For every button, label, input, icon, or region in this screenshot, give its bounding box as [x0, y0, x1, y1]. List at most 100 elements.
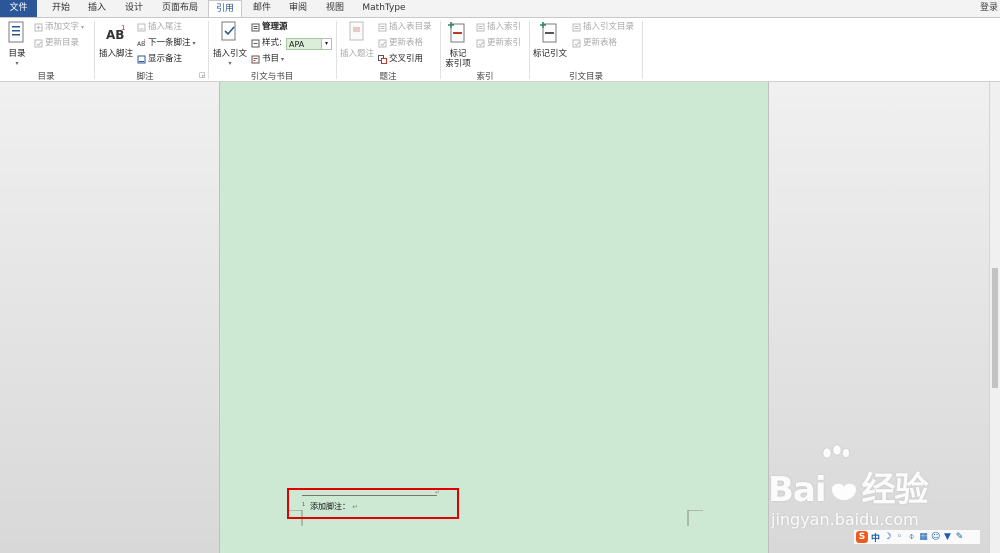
tab-view[interactable]: 视图 — [320, 0, 350, 17]
show-notes-icon — [137, 55, 146, 64]
update-toa-button[interactable]: 更新表格 — [572, 38, 617, 49]
style-label: 样式: — [262, 38, 282, 48]
group-separator — [529, 21, 530, 79]
next-footnote-icon: AB1 — [137, 39, 146, 48]
group-label-toc: 目录 — [37, 72, 55, 82]
wrench-icon[interactable]: ✎ — [955, 532, 964, 542]
insert-table-of-figures-button[interactable]: 插入表目录 — [378, 22, 432, 33]
update-toc-button[interactable]: 更新目录 — [34, 38, 79, 49]
shirt-icon[interactable]: ▼ — [943, 532, 952, 542]
tab-review[interactable]: 审阅 — [283, 0, 313, 17]
insert-toa-label: 插入引文目录 — [583, 22, 635, 32]
add-text-label: 添加文字 — [45, 22, 80, 32]
add-text-button[interactable]: 添加文字 ▾ — [34, 22, 84, 33]
manage-sources-icon — [251, 23, 260, 32]
tab-insert[interactable]: 插入 — [82, 0, 112, 17]
manage-sources-button[interactable]: 管理源 — [251, 22, 288, 33]
citation-style-value: APA — [289, 40, 305, 49]
document-page[interactable]: ↵ 1 添加脚注： ↵ — [219, 82, 769, 553]
insert-citation-button[interactable]: 插入引文 ▾ — [211, 21, 249, 69]
svg-text:1: 1 — [143, 39, 146, 43]
update-toa-label: 更新表格 — [583, 38, 618, 48]
scrollbar-thumb[interactable] — [992, 268, 998, 388]
group-separator — [208, 21, 209, 79]
chevron-down-icon[interactable]: ▾ — [321, 39, 331, 49]
update-table-label: 更新表格 — [389, 38, 424, 48]
tab-design[interactable]: 设计 — [118, 0, 150, 17]
next-footnote-button[interactable]: AB 1 下一条脚注 ▾ — [137, 38, 196, 49]
insert-toa-button[interactable]: 插入引文目录 — [572, 22, 634, 33]
insert-endnote-button[interactable]: 插入尾注 — [137, 22, 182, 33]
update-icon — [476, 39, 485, 48]
group-label-citations: 引文与书目 — [250, 72, 294, 82]
vertical-scrollbar[interactable] — [989, 82, 1000, 553]
bibliography-icon — [251, 55, 260, 64]
tab-references[interactable]: 引用 — [208, 0, 242, 17]
ime-mode-toggle[interactable]: 中 — [871, 531, 880, 544]
tab-file[interactable]: 文件 — [0, 0, 37, 17]
sogou-logo-icon[interactable]: S — [856, 531, 868, 543]
user-icon[interactable]: ☺ — [931, 532, 940, 542]
manage-sources-label: 管理源 — [262, 22, 288, 32]
footnote-dialog-launcher-icon[interactable]: ◲ — [199, 71, 206, 79]
update-index-button[interactable]: 更新索引 — [476, 38, 521, 49]
toc-button[interactable]: 目录 ▾ — [4, 21, 30, 69]
group-label-toa: 引文目录 — [568, 72, 603, 82]
update-table-button[interactable]: 更新表格 — [378, 38, 423, 49]
moon-icon[interactable]: ☽ — [883, 532, 892, 542]
toc-button-label: 目录 — [8, 49, 26, 59]
update-index-label: 更新索引 — [487, 38, 522, 48]
insert-index-icon — [476, 23, 485, 32]
baidu-watermark: Bai 经验 — [768, 462, 929, 511]
chevron-down-icon: ▾ — [15, 60, 19, 67]
baidu-du-icon — [826, 472, 862, 500]
group-label-footnotes: 脚注 — [136, 72, 154, 82]
ime-toolbar: S 中 ☽ ◦ ⌽ ▦ ☺ ▼ ✎ — [853, 529, 981, 545]
ribbon-references: 目录 ▾ 添加文字 ▾ 更新目录 目录 AB 1 插入脚注 插入尾注 AB 1 下… — [0, 17, 1000, 82]
cross-reference-button[interactable]: 交叉引用 — [378, 54, 423, 65]
mark-entry-button[interactable]: 标记 索引项 — [443, 21, 473, 69]
group-separator — [642, 21, 643, 79]
insert-table-of-figures-label: 插入表目录 — [389, 22, 432, 32]
tab-mathtype[interactable]: MathType — [356, 0, 412, 17]
show-notes-button[interactable]: 显示备注 — [137, 54, 182, 65]
insert-caption-icon — [349, 21, 364, 41]
group-label-index: 索引 — [476, 72, 494, 82]
chevron-down-icon: ▾ — [228, 60, 232, 67]
watermark-brand-suffix: 经验 — [861, 470, 929, 510]
page-corner-mark — [687, 510, 703, 526]
microphone-icon[interactable]: ⌽ — [907, 532, 916, 542]
style-icon — [251, 39, 260, 48]
tab-page-layout[interactable]: 页面布局 — [157, 0, 203, 17]
insert-caption-button[interactable]: 插入题注 — [339, 21, 375, 59]
insert-endnote-label: 插入尾注 — [148, 22, 183, 32]
footnote-icon: AB 1 — [106, 24, 125, 42]
table-of-figures-icon — [378, 23, 387, 32]
update-icon — [572, 39, 581, 48]
punctuation-icon[interactable]: ◦ — [895, 532, 904, 542]
citation-style-select[interactable]: APA ▾ — [286, 38, 332, 50]
ribbon-tab-bar: 文件 开始 插入 设计 页面布局 引用 邮件 审阅 视图 MathType 登录 — [0, 0, 1000, 17]
insert-footnote-button[interactable]: AB 1 插入脚注 — [98, 21, 134, 59]
insert-toa-icon — [572, 23, 581, 32]
group-separator — [94, 21, 95, 79]
watermark-url: jingyan.baidu.com — [771, 510, 919, 529]
keyboard-icon[interactable]: ▦ — [919, 532, 928, 542]
show-notes-label: 显示备注 — [148, 54, 183, 64]
update-icon — [34, 39, 43, 48]
cross-reference-label: 交叉引用 — [389, 54, 424, 64]
style-selector: 样式: — [251, 38, 282, 49]
tab-mailings[interactable]: 邮件 — [247, 0, 277, 17]
bibliography-button[interactable]: 书目 ▾ — [251, 54, 284, 65]
mark-citation-icon — [540, 22, 557, 43]
mark-entry-label: 标记 索引项 — [445, 49, 471, 69]
insert-index-button[interactable]: 插入索引 — [476, 22, 521, 33]
tab-home[interactable]: 开始 — [44, 0, 78, 17]
insert-caption-label: 插入题注 — [339, 49, 374, 59]
cross-reference-icon — [378, 55, 387, 64]
endnote-icon — [137, 23, 146, 32]
insert-citation-label: 插入引文 — [212, 49, 247, 59]
mark-entry-icon — [448, 22, 465, 43]
login-link[interactable]: 登录 — [980, 0, 998, 16]
mark-citation-button[interactable]: 标记引文 — [532, 21, 568, 59]
